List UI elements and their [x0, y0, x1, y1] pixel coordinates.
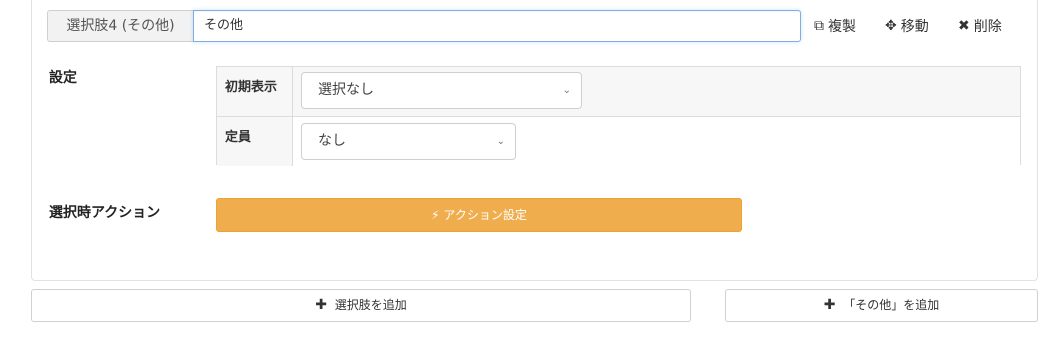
- settings-table: 初期表示 選択なし ⌄ 定員 なし ⌄: [216, 66, 1021, 166]
- add-other-label: 「その他」を追加: [843, 298, 940, 312]
- capacity-select[interactable]: なし ⌄: [301, 123, 516, 160]
- delete-label: 削除: [973, 19, 1002, 35]
- capacity-header: 定員: [217, 117, 293, 166]
- setting-row-initial-display: 初期表示 選択なし ⌄: [217, 67, 1020, 117]
- add-choice-label: 選択肢を追加: [334, 298, 407, 312]
- initial-display-select[interactable]: 選択なし ⌄: [301, 72, 582, 109]
- bolt-icon: ⚡: [431, 208, 440, 222]
- plus-icon: ✚: [315, 297, 327, 313]
- chevron-down-icon: ⌄: [562, 85, 571, 96]
- action-settings-label: アクション設定: [443, 208, 527, 222]
- copy-icon: ⧉: [814, 18, 824, 34]
- chevron-down-icon: ⌄: [496, 136, 505, 147]
- setting-row-capacity: 定員 なし ⌄: [217, 117, 1020, 166]
- plus-icon: ✚: [823, 297, 836, 313]
- choice-text-input[interactable]: その他: [193, 10, 801, 42]
- initial-display-value: 選択なし: [318, 82, 374, 98]
- move-icon: ✥: [885, 18, 897, 34]
- move-label: 移動: [900, 19, 929, 35]
- settings-label: 設定: [49, 70, 77, 86]
- action-settings-button[interactable]: ⚡ アクション設定: [216, 198, 742, 232]
- close-icon: ✖: [958, 18, 970, 34]
- capacity-value: なし: [318, 133, 346, 149]
- duplicate-label: 複製: [828, 19, 856, 35]
- choice-label: 選択肢4 (その他): [47, 10, 193, 42]
- selection-action-label: 選択時アクション: [49, 205, 161, 221]
- initial-display-header: 初期表示: [217, 67, 293, 116]
- move-button[interactable]: ✥ 移動: [885, 16, 929, 36]
- duplicate-button[interactable]: ⧉ 複製: [814, 16, 856, 36]
- add-choice-button[interactable]: ✚ 選択肢を追加: [31, 289, 691, 322]
- delete-button[interactable]: ✖ 削除: [958, 16, 1002, 36]
- add-other-button[interactable]: ✚ 「その他」を追加: [725, 289, 1038, 322]
